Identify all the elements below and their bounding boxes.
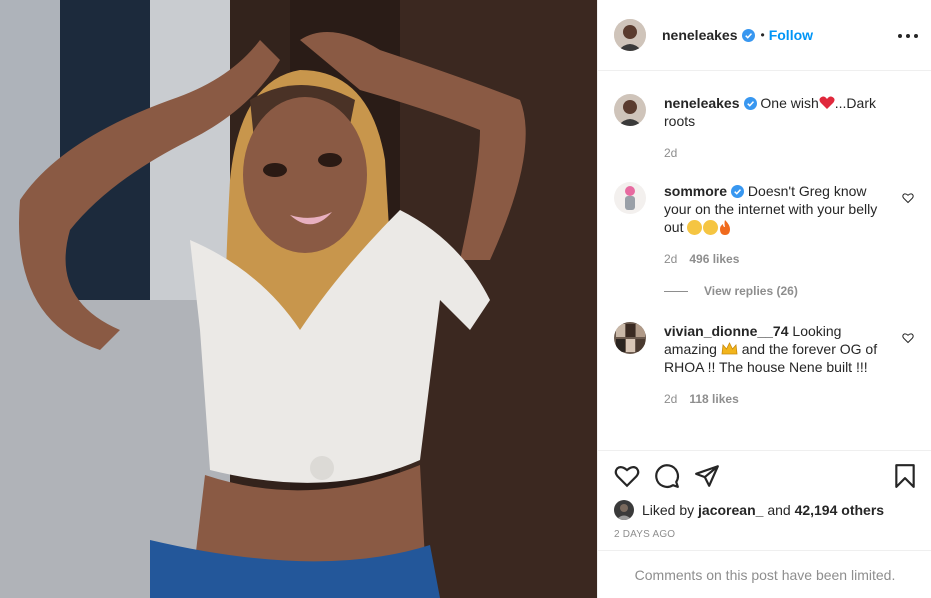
caption-text: neneleakes One wish ...Dark roots 2d [664,94,896,162]
comment-meta: 2d 496 likes [664,250,896,268]
commenter-username[interactable]: sommore [664,183,727,199]
liked-by-others[interactable]: 42,194 others [795,502,885,518]
comment-text: vivian_dionne__74 Looking amazing and th… [664,322,896,408]
caption: neneleakes One wish ...Dark roots 2d [614,94,914,164]
author-username[interactable]: neneleakes [662,27,738,43]
comment-time: 2d [664,252,678,266]
instagram-post-modal: neneleakes • Follow neneleakes One wish.… [0,0,931,598]
view-replies-label[interactable]: View replies (26) [704,284,798,298]
post-side-panel: neneleakes • Follow neneleakes One wish.… [597,0,931,598]
save-bookmark-icon[interactable] [892,463,918,489]
more-options-icon[interactable] [898,26,918,46]
crown-emoji-icon [721,342,738,355]
post-image [0,0,597,598]
post-header: neneleakes • Follow [598,0,931,71]
comments-list[interactable]: neneleakes One wish ...Dark roots 2d somm… [598,72,931,450]
verified-badge-icon [743,97,757,110]
comment-meta: 2d 118 likes [664,390,896,408]
liked-by-and: and [767,502,791,518]
commenter-username[interactable]: vivian_dionne__74 [664,323,789,339]
comment-likes[interactable]: 118 likes [689,392,738,406]
comment-time: 2d [664,392,678,406]
laughing-emoji-icon [687,220,703,235]
red-heart-emoji-icon [819,96,835,109]
verified-badge-icon [731,185,745,198]
comment-icon[interactable] [654,463,680,489]
likes-summary[interactable]: Liked by jacorean_ and 42,194 others [614,500,884,520]
verified-badge-icon [741,28,755,42]
caption-avatar[interactable] [614,94,646,126]
like-heart-icon[interactable] [614,463,640,489]
comment-item: sommore Doesn't Greg know your on the in… [614,182,914,302]
view-replies-button[interactable]: View replies (26) [664,284,798,298]
caption-body-start: One wish [760,95,819,111]
view-replies-line [664,290,688,292]
comments-limited-notice: Comments on this post have been limited. [598,550,931,598]
liked-by-user[interactable]: jacorean_ [698,502,763,518]
commenter-avatar[interactable] [614,182,646,214]
comment-item: vivian_dionne__74 Looking amazing and th… [614,322,914,450]
like-comment-heart-icon[interactable] [902,192,914,204]
post-photo[interactable] [0,0,597,598]
action-icons-row [614,463,916,489]
header-separator: • [760,28,765,42]
post-actions-section: Liked by jacorean_ and 42,194 others 2 D… [598,450,931,598]
author-avatar[interactable] [614,19,646,51]
like-comment-heart-icon[interactable] [902,332,914,344]
commenter-avatar[interactable] [614,322,646,354]
laughing-emoji-icon [703,220,719,235]
liker-avatar[interactable] [614,500,634,520]
fire-emoji-icon [720,220,731,235]
comment-likes[interactable]: 496 likes [689,252,739,266]
caption-username[interactable]: neneleakes [664,95,740,111]
caption-time: 2d [664,146,678,160]
caption-meta: 2d [664,144,896,162]
follow-button[interactable]: Follow [769,27,813,43]
liked-by-prefix: Liked by [642,502,695,518]
share-icon[interactable] [694,463,720,489]
post-date[interactable]: 2 DAYS AGO [614,529,675,540]
comment-text: sommore Doesn't Greg know your on the in… [664,182,896,268]
